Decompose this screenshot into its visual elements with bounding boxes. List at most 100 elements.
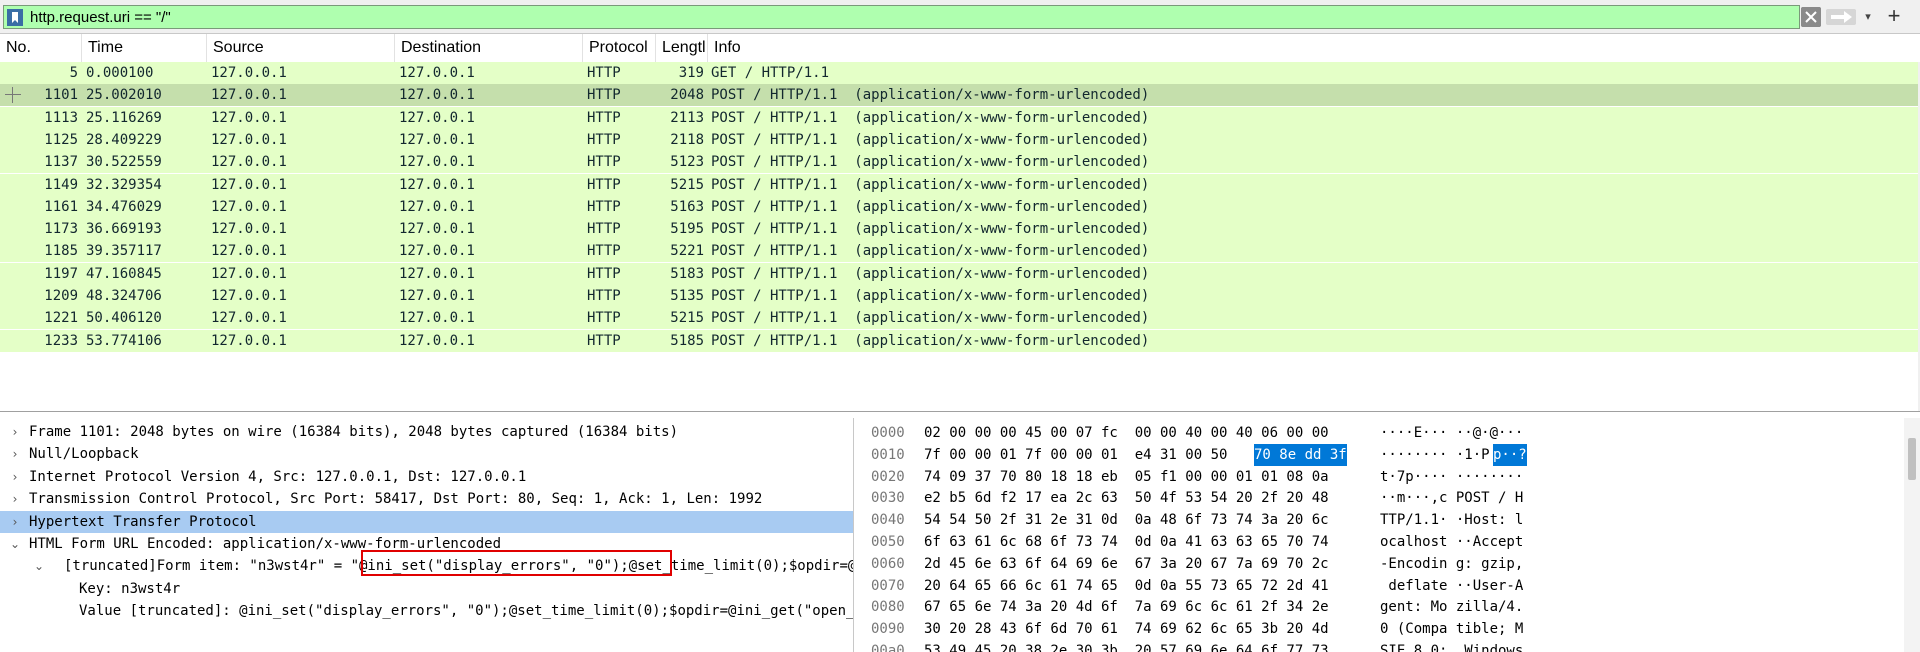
cell-info: POST / HTTP/1.1 (application/x-www-form-… (711, 288, 1150, 304)
bytes-row[interactable]: 00a0 53 49 45 20 38 2e 30 3b 20 57 69 6e … (861, 640, 1920, 652)
cell-protocol: HTTP (587, 288, 621, 304)
column-header-source[interactable]: Source (207, 34, 395, 62)
cell-source: 127.0.0.1 (211, 176, 287, 193)
packet-row[interactable]: 1101 25.002010 127.0.0.1 127.0.0.1 HTTP 2048 P… (0, 84, 1918, 107)
cell-protocol: HTTP (587, 198, 621, 215)
bytes-row[interactable]: 0010 7f 00 00 01 7f 00 00 01 e4 31 00 50 ·… (861, 443, 1920, 466)
cell-source: 127.0.0.1 (211, 65, 287, 81)
bytes-hex: 30 20 28 43 6f 6d 70 61 74 69 62 6c 65 3… (924, 621, 1329, 638)
packet-row[interactable]: 5 0.000100 127.0.0.1 127.0.0.1 HTTP 319 GET / … (0, 62, 1918, 84)
bytes-row[interactable]: 0070 20 64 65 66 6c 61 74 65 0d 0a 55 73 … (861, 575, 1920, 597)
cell-destination: 127.0.0.1 (399, 310, 475, 327)
expand-arrow-icon[interactable]: › (8, 421, 22, 443)
bytes-scrollbar[interactable] (1904, 418, 1920, 652)
filter-history-dropdown-icon[interactable]: ▾ (1860, 8, 1876, 26)
detail-tree-item[interactable]: › Frame 1101: 2048 bytes on wire (16384 b… (0, 421, 853, 443)
cell-destination: 127.0.0.1 (399, 243, 475, 260)
detail-tree-text: Frame 1101: 2048 bytes on wire (16384 bi… (29, 424, 679, 440)
cell-no: 1209 (44, 288, 78, 304)
bytes-row[interactable]: 0080 67 65 6e 74 3a 20 4d 6f 7a 69 6c 6c … (861, 596, 1920, 618)
packet-row[interactable]: 1149 32.329354 127.0.0.1 127.0.0.1 HTTP 5215 P… (0, 173, 1918, 196)
packet-row[interactable]: 1113 25.116269 127.0.0.1 127.0.0.1 HTTP 2113 P… (0, 106, 1918, 129)
filter-expression[interactable]: http.request.uri == "/" (30, 9, 171, 26)
detail-tree-item[interactable]: › Internet Protocol Version 4, Src: 127.0… (0, 466, 853, 488)
bytes-row[interactable]: 0020 74 09 37 70 80 18 18 eb 05 f1 00 00 … (861, 466, 1920, 488)
cell-length: 5221 (670, 243, 704, 260)
collapse-arrow-icon[interactable]: ⌄ (8, 533, 22, 555)
expand-arrow-icon[interactable]: › (8, 488, 22, 510)
cell-time: 28.409229 (86, 131, 162, 148)
bytes-row[interactable]: 0000 02 00 00 00 45 00 07 fc 00 00 40 00 … (861, 422, 1920, 444)
cell-destination: 127.0.0.1 (399, 131, 475, 148)
cell-no: 1161 (44, 198, 78, 215)
bytes-row[interactable]: 0040 54 54 50 2f 31 2e 31 0d 0a 48 6f 73 … (861, 509, 1920, 531)
detail-tree-item[interactable]: Key: n3wst4r (0, 578, 853, 600)
bytes-scrollbar-thumb[interactable] (1908, 438, 1916, 480)
detail-tree-text: Key: n3wst4r (79, 580, 181, 597)
cell-time: 53.774106 (86, 332, 162, 349)
bytes-offset: 0060 (871, 555, 905, 572)
packet-row[interactable]: 1173 36.669193 127.0.0.1 127.0.0.1 HTTP 5195 P… (0, 218, 1918, 241)
bytes-hex: e2 b5 6d f2 17 ea 2c 63 50 4f 53 54 20 2… (924, 490, 1329, 507)
cell-protocol: HTTP (587, 310, 621, 327)
column-header-protocol[interactable]: Protocol (583, 34, 656, 62)
cell-destination: 127.0.0.1 (399, 109, 475, 126)
expand-arrow-icon[interactable]: › (8, 466, 22, 488)
clear-filter-icon[interactable] (1801, 7, 1821, 27)
packet-details-pane: › Frame 1101: 2048 bytes on wire (16384 b… (0, 418, 854, 652)
bytes-row[interactable]: 0060 2d 45 6e 63 6f 64 69 6e 67 3a 20 67 … (861, 553, 1920, 575)
detail-tree-item[interactable]: Value [truncated]: @ini_set("display_err… (0, 600, 854, 622)
cell-destination: 127.0.0.1 (399, 332, 475, 349)
apply-filter-icon[interactable] (1826, 9, 1856, 25)
packet-row[interactable]: 1137 30.522559 127.0.0.1 127.0.0.1 HTTP 5123 P… (0, 151, 1918, 174)
cell-destination: 127.0.0.1 (399, 288, 475, 304)
cell-time: 30.522559 (86, 154, 162, 171)
cell-no: 1197 (44, 265, 78, 282)
packet-row[interactable]: 1209 48.324706 127.0.0.1 127.0.0.1 HTTP 5135 P… (0, 285, 1918, 307)
detail-tree-item[interactable]: › Hypertext Transfer Protocol (0, 510, 853, 533)
bytes-row[interactable]: 0050 6f 63 61 6c 68 6f 73 74 0d 0a 41 63 … (861, 531, 1920, 553)
cell-time: 32.329354 (86, 176, 162, 193)
add-filter-button-icon[interactable]: + (1884, 4, 1904, 28)
bytes-row[interactable]: 0030 e2 b5 6d f2 17 ea 2c 63 50 4f 53 54 … (861, 487, 1920, 509)
bytes-ascii: ocalhost ··Accept (1380, 534, 1524, 550)
column-header-destination[interactable]: Destination (395, 34, 583, 62)
packet-row[interactable]: 1125 28.409229 127.0.0.1 127.0.0.1 HTTP 2118 P… (0, 128, 1918, 151)
expand-arrow-icon[interactable]: › (8, 443, 22, 465)
cell-source: 127.0.0.1 (211, 265, 287, 282)
cell-protocol: HTTP (587, 154, 621, 171)
packet-row[interactable]: 1161 34.476029 127.0.0.1 127.0.0.1 HTTP 5163 P… (0, 195, 1918, 218)
bytes-ascii: 0 (Compa tible; M (1380, 621, 1524, 638)
packet-row[interactable]: 1233 53.774106 127.0.0.1 127.0.0.1 HTTP 5185 P… (0, 329, 1918, 352)
cell-time: 0.000100 (86, 65, 154, 81)
bytes-offset: 00a0 (871, 643, 905, 652)
column-header-time[interactable]: Time (82, 34, 207, 62)
packet-row[interactable]: 1197 47.160845 127.0.0.1 127.0.0.1 HTTP 5183 P… (0, 262, 1918, 285)
cell-no: 1149 (44, 176, 78, 193)
cell-protocol: HTTP (587, 221, 621, 238)
bytes-hex: 74 09 37 70 80 18 18 eb 05 f1 00 00 01 0… (924, 468, 1329, 485)
bytes-row[interactable]: 0090 30 20 28 43 6f 6d 70 61 74 69 62 6c … (861, 618, 1920, 640)
bytes-hex: 7f 00 00 01 7f 00 00 01 e4 31 00 50 (924, 446, 1228, 463)
packet-row[interactable]: 1185 39.357117 127.0.0.1 127.0.0.1 HTTP 5221 P… (0, 240, 1918, 263)
cell-length: 5135 (670, 288, 704, 304)
collapse-arrow-icon[interactable]: ⌄ (32, 555, 46, 577)
cell-info: POST / HTTP/1.1 (application/x-www-form-… (711, 87, 1150, 104)
column-header-length[interactable]: Lengtl (656, 34, 708, 62)
bytes-ascii: ····E··· ··@·@··· (1380, 425, 1524, 441)
detail-tree-item[interactable]: › Null/Loopback (0, 443, 853, 465)
packet-row[interactable]: 1221 50.406120 127.0.0.1 127.0.0.1 HTTP 5215 P… (0, 307, 1918, 330)
cell-info: POST / HTTP/1.1 (application/x-www-form-… (711, 109, 1150, 126)
column-header-info[interactable]: Info (708, 34, 1920, 62)
packet-bytes-pane: 0000 02 00 00 00 45 00 07 fc 00 00 40 00 … (861, 418, 1920, 652)
detail-tree-item[interactable]: › Transmission Control Protocol, Src Port… (0, 488, 853, 510)
column-header-no[interactable]: No. (0, 34, 82, 62)
cell-time: 34.476029 (86, 198, 162, 215)
expand-arrow-icon[interactable]: › (8, 511, 22, 533)
bytes-ascii: TTP/1.1· ·Host: l (1380, 512, 1524, 529)
detail-tree-text: Value [truncated]: @ini_set("display_err… (79, 603, 854, 620)
cell-length: 5183 (670, 265, 704, 282)
cell-time: 36.669193 (86, 221, 162, 238)
bookmark-icon[interactable] (7, 9, 23, 26)
display-filter-input[interactable]: http.request.uri == "/" (3, 5, 1800, 29)
